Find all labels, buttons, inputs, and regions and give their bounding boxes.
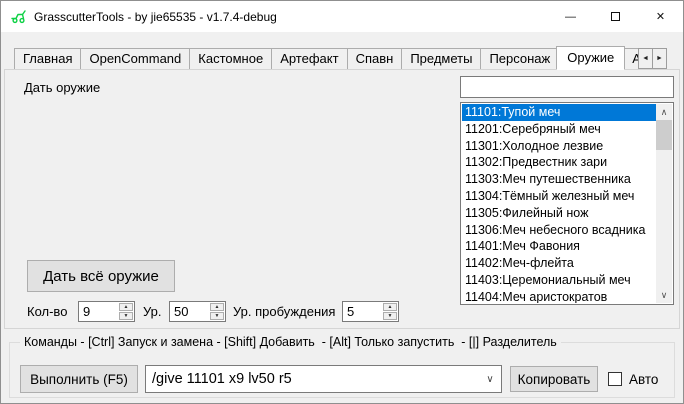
tab-custom[interactable]: Кастомное xyxy=(189,48,272,70)
tab-artifact[interactable]: Артефакт xyxy=(271,48,347,70)
weapon-list-item[interactable]: 11201:Серебряный меч xyxy=(462,121,656,138)
auto-checkbox[interactable] xyxy=(608,372,622,386)
tab-strip: ГлавнаяOpenCommandКастомноеАртефактСпавн… xyxy=(4,46,680,70)
arrow-down-icon: ▼ xyxy=(388,313,393,319)
weapon-list-scrollbar[interactable]: ∧ ∨ xyxy=(656,104,672,303)
count-down-button[interactable]: ▼ xyxy=(119,312,133,320)
weapon-list-item[interactable]: 11306:Меч небесного всадника xyxy=(462,222,656,239)
arrow-up-icon: ▲ xyxy=(124,304,129,310)
run-command-button[interactable]: Выполнить (F5) xyxy=(20,365,138,393)
commands-group: Команды - [Ctrl] Запуск и замена - [Shif… xyxy=(9,342,675,398)
tab-character[interactable]: Персонаж xyxy=(480,48,559,70)
arrow-right-icon: ► xyxy=(656,55,663,62)
close-icon: ✕ xyxy=(656,10,665,23)
weapon-list-item[interactable]: 11403:Церемониальный меч xyxy=(462,272,656,289)
tab-strip-tabs: ГлавнаяOpenCommandКастомноеАртефактСпавн… xyxy=(14,46,667,70)
level-up-button[interactable]: ▲ xyxy=(210,303,224,311)
weapon-list-item[interactable]: 11301:Холодное лезвие xyxy=(462,138,656,155)
command-combobox[interactable]: /give 11101 x9 lv50 r5 ∨ xyxy=(145,365,502,393)
weapon-list: 11101:Тупой меч11201:Серебряный меч11301… xyxy=(460,102,674,305)
weapon-list-item[interactable]: 11402:Меч-флейта xyxy=(462,255,656,272)
scroll-up-button[interactable]: ∧ xyxy=(656,104,672,120)
tab-scroll-right-button[interactable]: ► xyxy=(652,48,667,69)
copy-command-button[interactable]: Копировать xyxy=(510,366,598,392)
give-weapon-label: Дать оружие xyxy=(24,80,100,95)
arrow-left-icon: ◄ xyxy=(642,55,649,62)
refinement-label: Ур. пробуждения xyxy=(233,304,335,319)
count-label: Кол-во xyxy=(27,304,67,319)
app-window: GrasscutterTools - by jie65535 - v1.7.4-… xyxy=(0,0,684,404)
weapon-list-item[interactable]: 11404:Меч аристократов xyxy=(462,289,656,303)
level-input[interactable] xyxy=(170,302,209,321)
tab-home[interactable]: Главная xyxy=(14,48,81,70)
arrow-down-icon: ▼ xyxy=(124,313,129,319)
title-bar: GrasscutterTools - by jie65535 - v1.7.4-… xyxy=(1,1,683,32)
refinement-up-button[interactable]: ▲ xyxy=(383,303,397,311)
grasscutter-app-icon xyxy=(10,8,27,25)
scrollbar-thumb[interactable] xyxy=(656,120,672,150)
refinement-spinner: ▲ ▼ xyxy=(342,301,399,322)
tab-scroll-buttons: ◄ ► xyxy=(639,48,667,69)
auto-label: Авто xyxy=(629,372,658,387)
maximize-icon xyxy=(611,12,620,21)
refinement-input[interactable] xyxy=(343,302,382,321)
level-spinner: ▲ ▼ xyxy=(169,301,226,322)
tab-opencommand[interactable]: OpenCommand xyxy=(80,48,190,70)
weapon-list-item[interactable]: 11302:Предвестник зари xyxy=(462,154,656,171)
weapon-search-input[interactable] xyxy=(460,76,674,98)
window-title: GrasscutterTools - by jie65535 - v1.7.4-… xyxy=(34,10,277,24)
weapon-list-item[interactable]: 11401:Меч Фавония xyxy=(462,238,656,255)
weapon-list-item[interactable]: 11305:Филейный нож xyxy=(462,205,656,222)
scroll-down-button[interactable]: ∨ xyxy=(656,287,672,303)
weapon-list-item[interactable]: 11304:Тёмный железный меч xyxy=(462,188,656,205)
chevron-down-icon: ∨ xyxy=(479,374,501,385)
tab-scroll-left-button[interactable]: ◄ xyxy=(638,48,653,69)
scrollbar-track[interactable] xyxy=(656,120,672,287)
arrow-up-icon: ▲ xyxy=(215,304,220,310)
count-up-button[interactable]: ▲ xyxy=(119,303,133,311)
weapon-list-item[interactable]: 11101:Тупой меч xyxy=(462,104,656,121)
chevron-down-icon: ∨ xyxy=(661,290,668,301)
give-all-weapons-button[interactable]: Дать всё оружие xyxy=(27,260,175,292)
tab-weapon[interactable]: Оружие xyxy=(556,46,625,70)
caption-buttons: — ✕ xyxy=(548,1,683,32)
arrow-up-icon: ▲ xyxy=(388,304,393,310)
arrow-down-icon: ▼ xyxy=(215,313,220,319)
count-input[interactable] xyxy=(79,302,118,321)
commands-group-title: Команды - [Ctrl] Запуск и замена - [Shif… xyxy=(20,335,561,349)
level-down-button[interactable]: ▼ xyxy=(210,312,224,320)
weapon-list-item[interactable]: 11303:Меч путешественника xyxy=(462,171,656,188)
weapon-tab-page: Дать оружие 11101:Тупой меч11201:Серебря… xyxy=(4,69,680,329)
count-spinner: ▲ ▼ xyxy=(78,301,135,322)
close-button[interactable]: ✕ xyxy=(638,1,683,32)
refinement-down-button[interactable]: ▼ xyxy=(383,312,397,320)
chevron-up-icon: ∧ xyxy=(661,107,668,118)
minimize-icon: — xyxy=(565,11,576,23)
level-label: Ур. xyxy=(143,304,162,319)
tab-items[interactable]: Предметы xyxy=(401,48,481,70)
command-text: /give 11101 x9 lv50 r5 xyxy=(146,371,479,387)
tab-spawn[interactable]: Спавн xyxy=(347,48,403,70)
maximize-button[interactable] xyxy=(593,1,638,32)
minimize-button[interactable]: — xyxy=(548,1,593,32)
weapon-list-items: 11101:Тупой меч11201:Серебряный меч11301… xyxy=(462,104,656,303)
